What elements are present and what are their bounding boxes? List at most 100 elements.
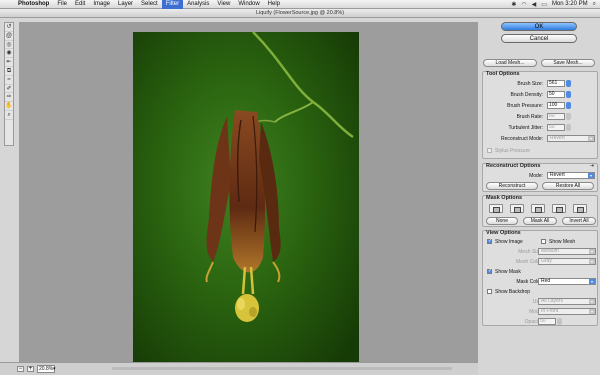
- brush-density-row: Brush Density: 50: [483, 91, 599, 99]
- backdrop-mode-select: In Front ▾: [538, 308, 596, 315]
- preview-canvas[interactable]: [19, 22, 478, 372]
- reconstruct-mode-label: Reconstruct Mode:: [501, 136, 543, 142]
- show-backdrop-label: Show Backdrop: [495, 289, 531, 295]
- menubar-clock[interactable]: Mon 3:20 PM: [552, 1, 588, 7]
- mask-color-select[interactable]: Red ▾: [538, 278, 596, 285]
- battery-icon[interactable]: ▭: [541, 1, 547, 8]
- ok-button[interactable]: OK: [501, 22, 577, 31]
- menu-layer[interactable]: Layer: [114, 0, 137, 9]
- load-mesh-button[interactable]: Load Mesh...: [483, 59, 537, 67]
- menu-bar: Photoshop File Edit Image Layer Select F…: [0, 0, 600, 9]
- chevron-down-icon: ▾: [588, 136, 594, 141]
- reconstruct-tool-icon[interactable]: ↺: [5, 23, 13, 32]
- opacity-field: 50: [538, 318, 556, 325]
- turbulent-jitter-stepper: [566, 124, 571, 131]
- brush-pressure-field[interactable]: 100: [547, 102, 565, 109]
- freeze-mask-tool-icon[interactable]: ✐: [5, 85, 13, 94]
- brush-rate-stepper: [566, 113, 571, 120]
- chevron-down-icon: ▾: [589, 299, 595, 304]
- bluetooth-icon[interactable]: ✱: [511, 1, 516, 8]
- menu-select[interactable]: Select: [137, 0, 162, 9]
- menu-image[interactable]: Image: [89, 0, 114, 9]
- turbulent-jitter-field: 50: [547, 124, 565, 131]
- restore-all-button[interactable]: Restore All: [542, 182, 594, 190]
- use-select: All Layers ▾: [538, 298, 596, 305]
- brush-density-label: Brush Density:: [510, 92, 543, 98]
- wifi-icon[interactable]: ◠: [521, 1, 526, 8]
- stylus-pressure-checkbox: [487, 148, 492, 153]
- mask-intersect-icon[interactable]: [552, 204, 566, 213]
- zoom-out-button[interactable]: −: [17, 366, 24, 372]
- turbulent-jitter-label: Turbulent Jitter:: [508, 125, 543, 131]
- brush-size-label: Brush Size:: [517, 81, 543, 87]
- mask-subtract-icon[interactable]: [531, 204, 545, 213]
- tool-options-group: Tool Options Brush Size: 561 Brush Densi…: [482, 71, 598, 159]
- opacity-stepper: [557, 318, 562, 325]
- zoom-tool-icon[interactable]: ⌕: [5, 111, 13, 120]
- spotlight-icon[interactable]: ⌕: [593, 1, 596, 8]
- bloat-tool-icon[interactable]: ◉: [5, 49, 13, 59]
- brush-size-stepper[interactable]: [566, 80, 571, 87]
- zoom-in-button[interactable]: +: [27, 366, 34, 372]
- mesh-size-value: Medium: [541, 248, 559, 254]
- recon-mode-select[interactable]: Revert ▾: [547, 172, 595, 179]
- show-image-checkbox[interactable]: ✓: [487, 239, 492, 244]
- brush-pressure-stepper[interactable]: [566, 102, 571, 109]
- twirl-tool-icon[interactable]: @: [5, 32, 13, 41]
- menu-help[interactable]: Help: [264, 0, 284, 9]
- reconstruct-options-group: Reconstruct Options ⇥ Mode: Revert ▾ Rec…: [482, 163, 598, 192]
- chevron-down-icon[interactable]: ▾: [53, 366, 56, 372]
- show-backdrop-checkbox[interactable]: [487, 289, 492, 294]
- mask-color-value: Red: [541, 278, 551, 284]
- horizontal-scrollbar[interactable]: [112, 367, 452, 370]
- mask-replace-icon[interactable]: [489, 204, 503, 213]
- brush-density-field[interactable]: 50: [547, 91, 565, 98]
- cancel-button[interactable]: Cancel: [501, 34, 577, 43]
- turbulent-jitter-row: Turbulent Jitter: 50: [483, 124, 599, 132]
- expand-icon[interactable]: ⇥: [590, 163, 594, 169]
- brush-density-stepper[interactable]: [566, 91, 571, 98]
- liquify-dialog: Liquify (FlowerSource.jpg @ 20.8%) ✎ ↺ @…: [0, 9, 600, 375]
- menu-filter[interactable]: Filter: [161, 0, 184, 9]
- brush-rate-field: 80: [547, 113, 565, 120]
- view-options-group: View Options ✓ Show Image Show Mesh Mesh…: [482, 230, 598, 326]
- show-mesh-label: Show Mesh: [549, 239, 576, 245]
- menu-view[interactable]: View: [213, 0, 234, 9]
- mesh-color-value: Gray: [541, 258, 552, 264]
- reconstruct-mode-select-row: Mode: Revert ▾: [483, 172, 599, 180]
- hand-tool-icon[interactable]: ✋: [5, 102, 13, 111]
- mask-options-group: Mask Options None Mask All Invert All: [482, 195, 598, 227]
- mask-options-title: Mask Options: [486, 195, 523, 201]
- mesh-color-row: Mesh Color: Gray ▾: [483, 258, 599, 266]
- mask-color-row: Mask Color: Red ▾: [483, 278, 599, 286]
- menu-window[interactable]: Window: [234, 0, 263, 9]
- mirror-tool-icon[interactable]: ⧉: [5, 67, 13, 76]
- pucker-tool-icon[interactable]: ◎: [5, 41, 13, 50]
- recon-mode-value: Revert: [550, 172, 565, 178]
- push-left-tool-icon[interactable]: ⇤: [5, 58, 13, 67]
- invert-all-button[interactable]: Invert All: [562, 217, 596, 225]
- mask-invert-icon[interactable]: [573, 204, 587, 213]
- brush-size-field[interactable]: 561: [547, 80, 565, 87]
- show-image-label: Show Image: [495, 239, 523, 245]
- menu-app[interactable]: Photoshop: [14, 0, 53, 9]
- brush-rate-label: Brush Rate:: [516, 114, 543, 120]
- mask-all-button[interactable]: Mask All: [523, 217, 557, 225]
- options-panel: OK Cancel Load Mesh... Save Mesh... Tool…: [481, 22, 599, 375]
- menu-file[interactable]: File: [53, 0, 71, 9]
- reconstruct-button[interactable]: Reconstruct: [486, 182, 538, 190]
- save-mesh-button[interactable]: Save Mesh...: [541, 59, 595, 67]
- mask-none-button[interactable]: None: [486, 217, 518, 225]
- show-mask-checkbox[interactable]: ✓: [487, 269, 492, 274]
- mask-add-icon[interactable]: [510, 204, 524, 213]
- show-mesh-checkbox[interactable]: [541, 239, 546, 244]
- turbulence-tool-icon[interactable]: ≈: [5, 76, 13, 85]
- thaw-mask-tool-icon[interactable]: ✑: [5, 93, 13, 103]
- mesh-color-select: Gray ▾: [538, 258, 596, 265]
- mesh-size-select: Medium ▾: [538, 248, 596, 255]
- menu-analysis[interactable]: Analysis: [183, 0, 213, 9]
- mask-mode-buttons: [489, 204, 595, 213]
- volume-icon[interactable]: ◀: [532, 1, 537, 8]
- chevron-down-icon: ▾: [589, 259, 595, 264]
- menu-edit[interactable]: Edit: [71, 0, 89, 9]
